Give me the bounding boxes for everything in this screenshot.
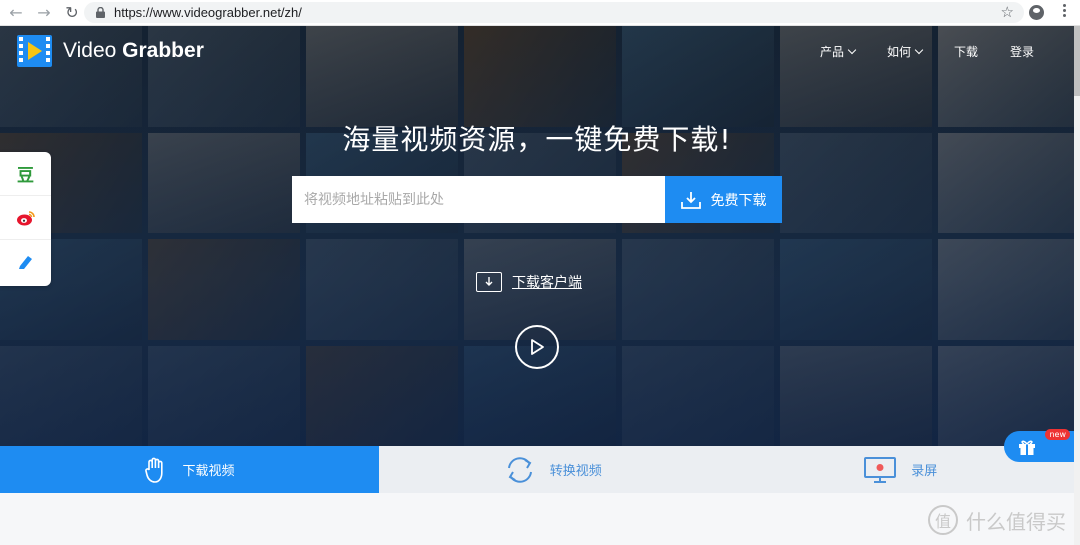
tab-download-video[interactable]: 下载视频 bbox=[0, 446, 379, 493]
share-sidebar: 豆 bbox=[0, 152, 51, 286]
watermark: 值 什么值得买 bbox=[928, 505, 1066, 535]
chevron-down-icon bbox=[847, 45, 857, 54]
brand-name: Video Grabber bbox=[63, 39, 204, 62]
gift-button[interactable]: new bbox=[1004, 429, 1074, 462]
browser-menu-icon[interactable] bbox=[1063, 4, 1066, 17]
free-download-button[interactable]: 免费下载 bbox=[665, 176, 782, 223]
reload-icon[interactable]: ↻ bbox=[58, 1, 86, 25]
play-icon bbox=[531, 339, 544, 355]
pencil-icon bbox=[18, 256, 32, 269]
screen-record-icon bbox=[863, 456, 897, 484]
top-navigation: 产品 如何 下载 登录 bbox=[788, 43, 1034, 60]
watermark-logo: 值 bbox=[928, 505, 958, 535]
video-grabber-logo-icon bbox=[16, 34, 53, 68]
lock-icon bbox=[94, 7, 106, 19]
brand-logo[interactable]: Video Grabber bbox=[16, 34, 204, 68]
tab-convert-video[interactable]: 转换视频 bbox=[379, 446, 727, 493]
nav-download[interactable]: 下载 bbox=[954, 43, 978, 60]
chevron-down-icon bbox=[914, 45, 924, 54]
share-feedback[interactable] bbox=[0, 240, 51, 284]
download-client-link[interactable]: 下载客户端 bbox=[476, 272, 582, 292]
url-download-form: 免费下载 bbox=[292, 176, 782, 223]
nav-login[interactable]: 登录 bbox=[1010, 43, 1034, 60]
share-douban[interactable]: 豆 bbox=[0, 152, 51, 196]
hero-headline: 海量视频资源，一键免费下载! bbox=[342, 123, 732, 156]
back-arrow-icon[interactable]: ← bbox=[2, 1, 30, 25]
download-client-icon bbox=[476, 272, 502, 292]
browser-toolbar: ← → ↻ https://www.videograbber.net/zh/ ☆ bbox=[0, 0, 1080, 26]
share-weibo[interactable] bbox=[0, 196, 51, 240]
weibo-icon bbox=[16, 210, 35, 225]
nav-products[interactable]: 产品 bbox=[820, 43, 857, 60]
douban-icon: 豆 bbox=[17, 166, 34, 186]
url-text: https://www.videograbber.net/zh/ bbox=[114, 5, 302, 20]
download-icon bbox=[680, 191, 701, 209]
feature-tabs: 下载视频 转换视频 录屏 bbox=[0, 446, 1074, 493]
page-scrollbar[interactable] bbox=[1074, 26, 1080, 545]
hand-icon bbox=[144, 456, 168, 484]
convert-arrows-icon bbox=[504, 455, 536, 485]
account-icon[interactable] bbox=[1029, 5, 1044, 20]
forward-arrow-icon[interactable]: → bbox=[30, 1, 58, 25]
play-video-button[interactable] bbox=[515, 325, 559, 369]
content-area bbox=[0, 493, 1074, 545]
nav-howto[interactable]: 如何 bbox=[887, 43, 924, 60]
bookmark-star-icon[interactable]: ☆ bbox=[1001, 3, 1014, 21]
hero-section: Video Grabber 产品 如何 下载 登录 海量视频资源，一键免费下载!… bbox=[0, 26, 1074, 446]
address-bar[interactable]: https://www.videograbber.net/zh/ bbox=[84, 2, 1024, 23]
video-url-input[interactable] bbox=[292, 176, 665, 223]
gift-icon bbox=[1019, 440, 1035, 455]
new-badge: new bbox=[1045, 429, 1070, 440]
